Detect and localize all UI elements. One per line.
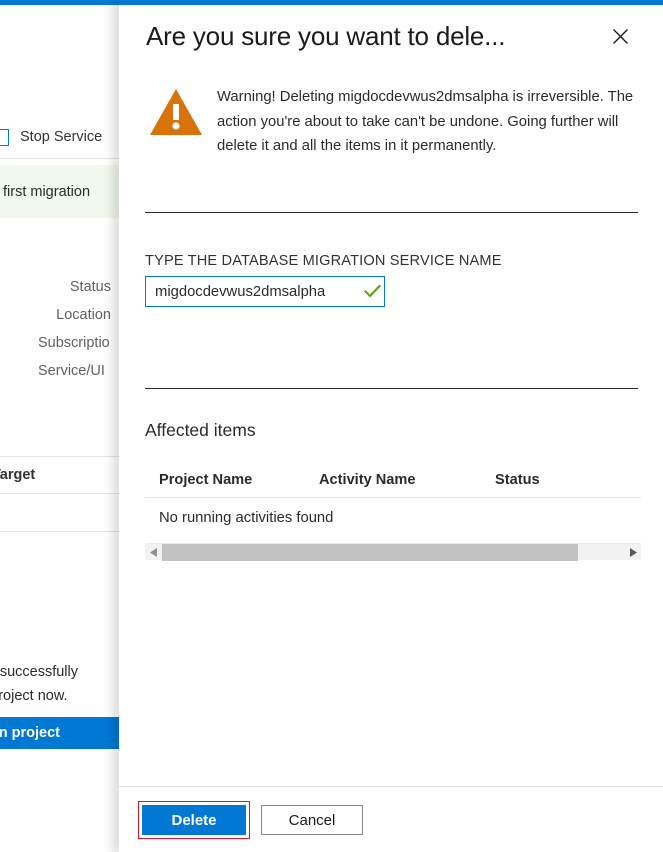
triangle-right-icon[interactable]: [624, 544, 641, 561]
stop-service-checkbox[interactable]: [0, 129, 9, 146]
affected-items-header-row: Project Name Activity Name Status: [145, 462, 641, 498]
background-table-header: Target: [0, 456, 119, 494]
background-property-service-ui: Service/UI: [0, 357, 119, 385]
background-blade: Stop Service our first migration Status …: [0, 5, 119, 852]
background-cta-label: ation project: [0, 725, 60, 741]
close-icon[interactable]: [603, 19, 637, 53]
divider-middle: [145, 388, 638, 389]
column-header-project-name[interactable]: Project Name: [145, 472, 319, 488]
scrollbar-thumb[interactable]: [162, 544, 578, 561]
stop-service-label: Stop Service: [20, 129, 102, 145]
check-icon: [357, 284, 387, 299]
delete-button[interactable]: Delete: [142, 805, 246, 835]
divider-top: [145, 212, 638, 213]
warning-block: Warning! Deleting migdocdevwus2dmsalpha …: [119, 85, 663, 159]
affected-items-horizontal-scrollbar[interactable]: [145, 543, 641, 560]
triangle-left-icon[interactable]: [145, 544, 162, 561]
background-footnote: was successfully on project now.: [0, 660, 119, 708]
background-table-header-target: Target: [0, 467, 35, 483]
background-info-banner: our first migration: [0, 165, 119, 218]
dialog-footer: Delete Cancel: [119, 786, 663, 852]
screen: Stop Service our first migration Status …: [0, 0, 663, 852]
scrollbar-track[interactable]: [162, 544, 624, 561]
background-property-list: Status Location Subscriptio Service/UI: [0, 273, 119, 385]
column-header-status[interactable]: Status: [495, 472, 615, 488]
warning-message: Warning! Deleting migdocdevwus2dmsalpha …: [145, 85, 637, 159]
dialog-header: Are you sure you want to dele...: [119, 5, 663, 67]
background-property-subscription: Subscriptio: [0, 329, 119, 357]
affected-items-grid: Project Name Activity Name Status No run…: [145, 462, 641, 538]
column-header-activity-name[interactable]: Activity Name: [319, 472, 495, 488]
background-footnote-line-2: on project now.: [0, 684, 119, 708]
affected-items-empty-message: No running activities found: [145, 510, 333, 526]
background-toolbar: Stop Service: [0, 116, 119, 159]
background-footnote-line-1: was successfully: [0, 660, 119, 684]
delete-confirmation-dialog: Are you sure you want to dele... Warning…: [119, 0, 663, 852]
affected-items-empty-row: No running activities found: [145, 498, 641, 538]
background-banner-text: our first migration: [0, 184, 90, 200]
confirm-field-label: TYPE THE DATABASE MIGRATION SERVICE NAME: [145, 253, 502, 269]
background-table-row: [0, 494, 119, 532]
cancel-button[interactable]: Cancel: [261, 805, 363, 835]
affected-items-title: Affected items: [145, 420, 256, 441]
background-property-status: Status: [0, 273, 119, 301]
dialog-title: Are you sure you want to dele...: [146, 21, 505, 52]
background-new-migration-project-button[interactable]: ation project: [0, 717, 119, 749]
background-property-location: Location: [0, 301, 119, 329]
delete-button-highlight: Delete: [138, 801, 250, 839]
confirm-name-field[interactable]: [145, 276, 385, 307]
warning-triangle-icon: [145, 85, 207, 141]
confirm-name-input[interactable]: [146, 277, 357, 306]
